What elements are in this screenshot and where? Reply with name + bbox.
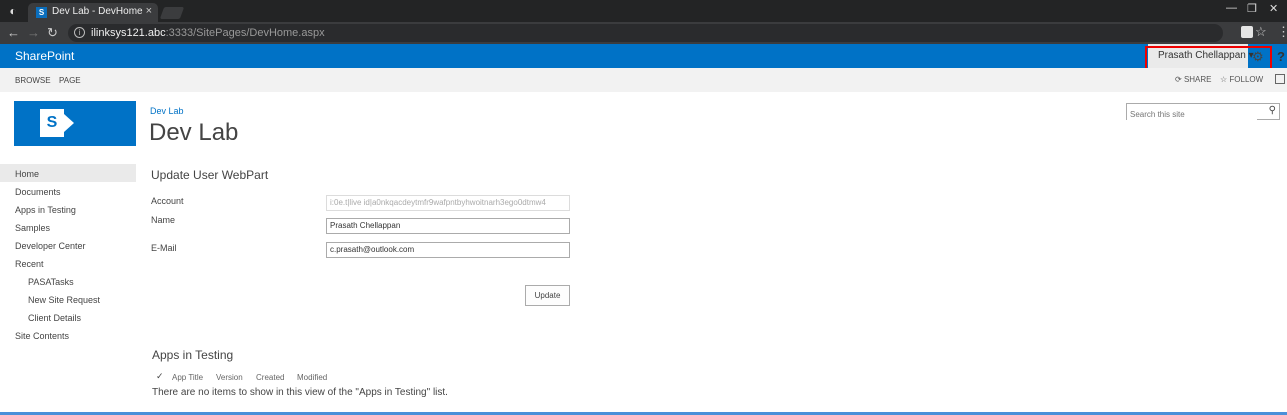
column-header-app-title[interactable]: App Title [172,373,203,382]
minimize-icon[interactable]: — [1226,2,1237,14]
reload-icon[interactable]: ↻ [47,25,58,41]
nav-item-pasatasks[interactable]: PASATasks [28,277,74,287]
address-bar: ← → ↻ i ilinksys121.abc:3333/SitePages/D… [0,22,1287,44]
back-arrow-icon[interactable]: ← [7,25,20,40]
nav-item-new-site-request[interactable]: New Site Request [28,295,100,305]
share-button[interactable]: ⟳ SHARE [1175,75,1212,84]
follow-star-icon: ☆ [1220,75,1228,84]
nav-item-apps-in-testing[interactable]: Apps in Testing [15,205,76,215]
sharepoint-logo-icon: S [40,109,64,137]
email-field[interactable]: c.prasath@outlook.com [326,242,570,258]
nav-item-home[interactable]: Home [15,169,39,179]
nav-item-developer-center[interactable]: Developer Center [15,241,86,251]
webpart-title: Update User WebPart [151,168,269,182]
column-header-modified[interactable]: Modified [297,373,327,382]
sharepoint-favicon-icon: S [36,7,47,18]
select-all-check-icon[interactable]: ✓ [156,371,164,382]
list-title: Apps in Testing [152,348,234,362]
account-label: Account [151,196,184,206]
info-icon[interactable]: i [74,27,85,38]
update-button[interactable]: Update [525,285,570,306]
column-header-created[interactable]: Created [256,373,284,382]
suite-bar: SharePoint Prasath Chellappan ▾ [0,44,1287,68]
column-header-version[interactable]: Version [216,373,243,382]
browser-tab[interactable]: S Dev Lab - DevHome × [28,3,158,22]
tab-title: Dev Lab - DevHome [52,6,143,17]
nav-item-samples[interactable]: Samples [15,223,50,233]
page-title: Dev Lab [149,119,239,146]
sharepoint-brand-link[interactable]: SharePoint [15,49,74,63]
help-icon[interactable]: ? [1277,49,1285,64]
follow-button[interactable]: ☆ FOLLOW [1220,75,1263,84]
restore-icon[interactable]: ❐ [1247,2,1257,15]
name-label: Name [151,215,176,225]
share-icon: ⟳ [1175,75,1182,84]
focus-content-icon[interactable] [1275,74,1285,84]
nav-item-documents[interactable]: Documents [15,187,61,197]
search-icon[interactable]: ⚲ [1269,105,1276,116]
window-close-icon[interactable]: ✕ [1269,2,1278,15]
search-input[interactable] [1127,107,1257,122]
name-field[interactable]: Prasath Chellappan [326,218,570,234]
site-search: ⚲ [1126,103,1280,122]
nav-item-client-details[interactable]: Client Details [28,313,81,323]
bookmark-star-icon[interactable]: ☆ [1255,24,1267,40]
tab-page[interactable]: PAGE [59,76,81,85]
nav-item-recent: Recent [15,259,44,269]
close-tab-icon[interactable]: × [146,5,152,17]
empty-list-message: There are no items to show in this view … [152,387,448,398]
forward-arrow-icon[interactable]: → [27,25,40,40]
browser-tabstrip: ◐ S Dev Lab - DevHome × — ❐ ✕ [0,0,1287,22]
url-text: ilinksys121.abc:3333/SitePages/DevHome.a… [91,27,325,39]
extension-icon[interactable] [1241,26,1253,38]
logo-arrow-shape [64,114,74,132]
breadcrumb-link[interactable]: Dev Lab [150,106,184,116]
site-logo[interactable]: S [14,101,136,146]
incognito-icon: ◐ [9,4,17,18]
ribbon: BROWSE PAGE ⟳ SHARE ☆ FOLLOW [0,68,1287,92]
account-field: i:0e.t|live id|a0nkqacdeytmfr9wafpntbyhw… [326,195,570,211]
url-field[interactable]: i ilinksys121.abc:3333/SitePages/DevHome… [68,24,1223,42]
browser-menu-icon[interactable]: ⋮ [1277,24,1287,40]
new-tab-button[interactable] [159,7,185,19]
email-label: E-Mail [151,243,177,253]
tab-browse[interactable]: BROWSE [15,76,51,85]
nav-item-site-contents[interactable]: Site Contents [15,331,69,341]
